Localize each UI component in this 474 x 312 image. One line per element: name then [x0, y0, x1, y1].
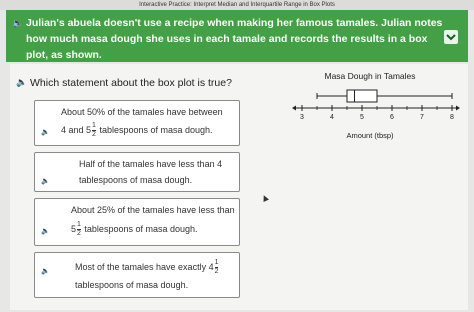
- speaker-icon[interactable]: 🔈: [41, 267, 50, 275]
- fraction: 12: [214, 259, 219, 276]
- answer-choice-1[interactable]: About 50% of the tamales have between 🔈 …: [34, 100, 240, 146]
- fraction: 12: [92, 122, 96, 139]
- answer-choice-3[interactable]: About 25% of the tamales have less than …: [34, 198, 240, 246]
- choice-1-line-2: 4 and 512 tablespoons of masa dough.: [61, 122, 213, 139]
- choice-1-text-a: 4 and 5: [61, 124, 92, 135]
- choice-3-text-b: tablespoons of masa dough.: [81, 223, 198, 234]
- choice-4-line-2: tablespoons of masa dough.: [75, 280, 189, 290]
- plot-layer: 3 4 5 6 7 8: [292, 89, 460, 121]
- fraction-numerator: 1: [77, 221, 81, 230]
- app-window: Interactive Practice: Interpret Median a…: [0, 0, 474, 312]
- prompt-label: Which statement about the box plot is tr…: [30, 77, 232, 89]
- choice-4-line-1: Most of the tamales have exactly 412: [75, 259, 219, 276]
- speaker-icon[interactable]: 🔈: [16, 77, 27, 88]
- prompt-text: 🔈 Which statement about the box plot is …: [16, 77, 232, 89]
- question-text: Julian's abuela doesn't use a recipe whe…: [26, 17, 443, 61]
- choice-3-line-2: 512 tablespoons of masa dough.: [71, 221, 198, 238]
- speaker-icon[interactable]: 🔈: [41, 177, 50, 185]
- speaker-icon[interactable]: 🔈: [41, 128, 50, 136]
- choice-1-text-b: tablespoons of masa dough.: [96, 124, 213, 135]
- fraction: 12: [77, 221, 81, 238]
- x-axis-label: Amount (tbsp): [346, 131, 394, 140]
- box-iqr: [346, 89, 378, 103]
- axis-arrow-right: [456, 105, 460, 111]
- choice-3-line-1: About 25% of the tamales have less than: [71, 205, 235, 215]
- x-tick-label: 7: [420, 114, 424, 121]
- x-tick-label: 4: [330, 114, 334, 121]
- chart-title: Masa Dough in Tamales: [324, 71, 415, 81]
- chevron-down-icon[interactable]: [444, 30, 458, 44]
- axis-arrow-left: [292, 105, 296, 111]
- fraction-denominator: 2: [214, 268, 219, 275]
- fraction-numerator: 1: [92, 122, 96, 131]
- fraction-numerator: 1: [214, 259, 219, 268]
- speaker-icon[interactable]: 🔈: [41, 227, 50, 235]
- x-tick-label: 3: [300, 114, 304, 121]
- answer-choice-4[interactable]: Most of the tamales have exactly 412 🔈 t…: [34, 252, 240, 298]
- choice-2-line-1: Half of the tamales have less than 4: [79, 159, 223, 169]
- box-plot: Masa Dough in Tamales 3 4 5 6 7 8 Amount (tbs…: [292, 71, 460, 140]
- x-tick-label: 8: [450, 114, 454, 121]
- choice-1-line-1: About 50% of the tamales have between: [61, 107, 223, 117]
- choice-2-line-2: tablespoons of masa dough.: [79, 175, 193, 185]
- x-tick-label: 5: [360, 114, 364, 121]
- x-tick-label: 6: [390, 114, 394, 121]
- question-banner: 🔈 Julian's abuela doesn't use a recipe w…: [6, 10, 468, 62]
- window-title: Interactive Practice: Interpret Median a…: [0, 0, 474, 10]
- question-content: 🔈 Which statement about the box plot is …: [10, 64, 468, 310]
- speaker-icon[interactable]: 🔈: [12, 18, 23, 29]
- choice-4-text-a: Most of the tamales have exactly 4: [75, 261, 214, 272]
- answer-choice-2[interactable]: Half of the tamales have less than 4 🔈 t…: [34, 152, 240, 192]
- choice-3-text-a: 5: [71, 223, 77, 234]
- fraction-denominator: 2: [77, 230, 81, 237]
- fraction-denominator: 2: [92, 131, 96, 138]
